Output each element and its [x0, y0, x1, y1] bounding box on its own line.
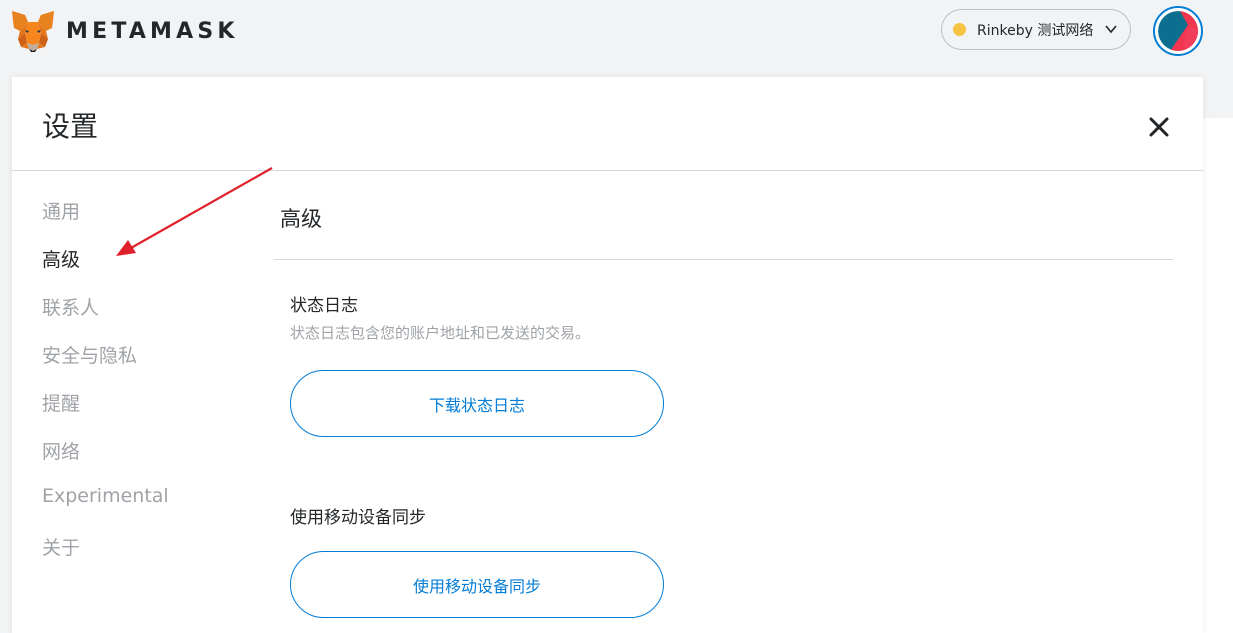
settings-sidebar: 通用 高级 联系人 安全与隐私 提醒 网络 Experimental 关于 [42, 197, 242, 581]
mobile-sync-button[interactable]: 使用移动设备同步 [290, 551, 664, 618]
account-menu-avatar[interactable] [1153, 6, 1203, 56]
metamask-fox-icon [12, 11, 54, 52]
page-background [1203, 118, 1233, 633]
mobile-sync-title: 使用移动设备同步 [290, 508, 426, 528]
state-logs-description: 状态日志包含您的账户地址和已发送的交易。 [290, 324, 591, 342]
close-icon[interactable] [1148, 116, 1170, 138]
brand-wordmark: METAMASK [66, 18, 239, 44]
chevron-down-icon [1105, 25, 1117, 34]
network-selector[interactable]: Rinkeby 测试网络 [941, 9, 1131, 50]
download-state-logs-button[interactable]: 下载状态日志 [290, 370, 664, 437]
settings-header: 设置 [12, 77, 1203, 171]
state-logs-title: 状态日志 [290, 296, 358, 316]
sidebar-item-general[interactable]: 通用 [42, 197, 242, 245]
sidebar-item-advanced[interactable]: 高级 [42, 245, 242, 293]
sidebar-item-about[interactable]: 关于 [42, 533, 242, 581]
sidebar-item-security-privacy[interactable]: 安全与隐私 [42, 341, 242, 389]
content-title: 高级 [280, 207, 322, 231]
account-identicon [1158, 11, 1198, 51]
sidebar-item-experimental[interactable]: Experimental [42, 485, 242, 533]
sidebar-item-contacts[interactable]: 联系人 [42, 293, 242, 341]
sidebar-item-alerts[interactable]: 提醒 [42, 389, 242, 437]
network-label: Rinkeby 测试网络 [977, 22, 1094, 39]
settings-panel: 设置 通用 高级 联系人 安全与隐私 提醒 网络 Experimental 关于… [12, 77, 1203, 633]
network-status-dot [953, 23, 966, 36]
content-divider [274, 259, 1173, 260]
page-title: 设置 [42, 110, 99, 143]
metamask-logo[interactable]: METAMASK [10, 9, 239, 53]
sidebar-item-networks[interactable]: 网络 [42, 437, 242, 485]
